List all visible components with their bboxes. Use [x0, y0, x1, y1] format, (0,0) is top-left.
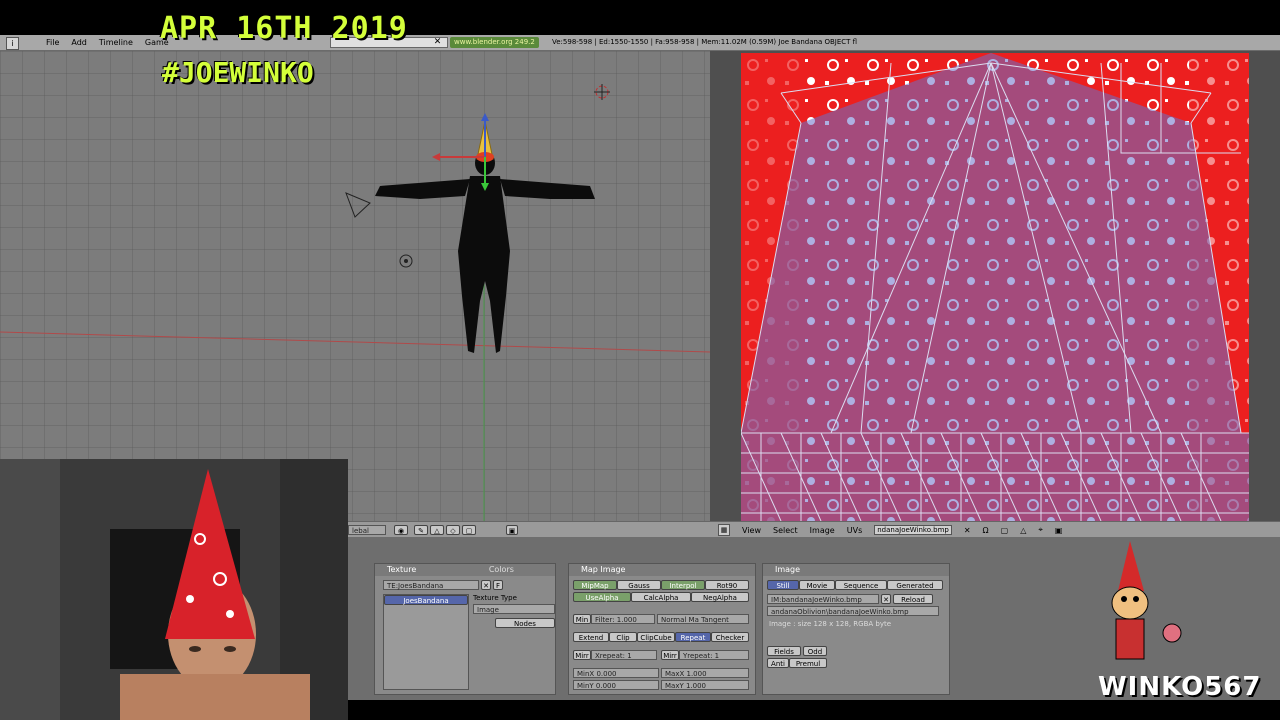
- filter-field[interactable]: Filter: 1.000: [591, 614, 655, 624]
- miny-field[interactable]: MinY 0.000: [573, 680, 659, 690]
- stream-hashtag-overlay: #JOEWINKO: [162, 56, 314, 89]
- normal-map-select[interactable]: Normal Ma Tangent: [657, 614, 749, 624]
- scene-stats: Ve:598-598 | Ed:1550-1550 | Fa:958-958 |…: [552, 38, 858, 46]
- sticky-select-icon[interactable]: △: [1020, 526, 1026, 535]
- xrepeat-field[interactable]: Xrepeat: 1: [591, 650, 657, 660]
- mipmap-toggle[interactable]: MipMap: [573, 580, 617, 590]
- negalpha-toggle[interactable]: NegAlpha: [691, 592, 749, 602]
- clip-button[interactable]: Clip: [609, 632, 637, 642]
- manipulator-icon[interactable]: ✎: [414, 525, 428, 535]
- channel-name-overlay: WINKO567: [1098, 672, 1262, 702]
- bandana-pattern: [741, 53, 1249, 521]
- minx-field[interactable]: MinX 0.000: [573, 668, 659, 678]
- uv-editor-header: ▦ View Select Image UVs ndanaJoeWinko.bm…: [710, 521, 1280, 538]
- pivot-select[interactable]: lebal: [348, 525, 386, 535]
- viewport-scene: [0, 84, 710, 521]
- info-icon[interactable]: i: [6, 37, 19, 50]
- yrepeat-field[interactable]: Yrepeat: 1: [679, 650, 749, 660]
- translate-icon[interactable]: △: [430, 525, 444, 535]
- mirror-y-toggle[interactable]: Mirr: [661, 650, 679, 660]
- premul-button[interactable]: Premul: [789, 658, 827, 668]
- 3d-viewport[interactable]: [0, 51, 710, 521]
- extend-button[interactable]: Extend: [573, 632, 609, 642]
- menu-file[interactable]: File: [46, 38, 59, 47]
- movie-button[interactable]: Movie: [799, 580, 835, 590]
- calcalpha-toggle[interactable]: CalcAlpha: [631, 592, 691, 602]
- texture-panel-title: Texture Colors: [375, 564, 555, 576]
- webcam-feed: [0, 459, 348, 720]
- camera-icon: [345, 192, 371, 218]
- checker-button[interactable]: Checker: [711, 632, 749, 642]
- menu-uvs[interactable]: UVs: [847, 526, 863, 535]
- texture-name-field[interactable]: TE:JoesBandana: [383, 580, 479, 590]
- sequence-button[interactable]: Sequence: [835, 580, 887, 590]
- bottom-strip: [348, 700, 1280, 720]
- mirror-x-toggle[interactable]: Mirr: [573, 650, 591, 660]
- uv-sync-icon[interactable]: ▢: [1001, 526, 1009, 535]
- shading-icon[interactable]: ◉: [394, 525, 408, 535]
- tab-texture[interactable]: Texture: [387, 565, 416, 574]
- menu-image[interactable]: Image: [810, 526, 835, 535]
- menu-timeline[interactable]: Timeline: [99, 38, 133, 47]
- blender-version-label[interactable]: www.blender.org 249.2: [450, 37, 539, 48]
- map-image-title: Map Image: [569, 564, 755, 576]
- save-icon[interactable]: ▣: [1055, 526, 1063, 535]
- editor-type-icon[interactable]: ▦: [718, 524, 730, 536]
- bandana-texture-image: [741, 53, 1249, 521]
- odd-button[interactable]: Odd: [803, 646, 827, 656]
- lock-icon[interactable]: Ω: [983, 526, 989, 535]
- usealpha-toggle[interactable]: UseAlpha: [573, 592, 631, 602]
- menu-view[interactable]: View: [742, 526, 761, 535]
- maxy-field[interactable]: MaxY 1.000: [661, 680, 749, 690]
- texture-panel: Texture Colors TE:JoesBandana ✕ F JoesBa…: [374, 563, 556, 695]
- fields-button[interactable]: Fields: [767, 646, 801, 656]
- repeat-button[interactable]: Repeat: [675, 632, 711, 642]
- texture-channel-item[interactable]: JoesBandana: [384, 595, 468, 605]
- mascot-image: [1111, 541, 1182, 660]
- unlink-image-icon[interactable]: ✕: [881, 594, 891, 604]
- map-image-panel: Map Image MipMap Gauss Interpol Rot90 Us…: [568, 563, 756, 695]
- unlink-texture-icon[interactable]: ✕: [481, 580, 491, 590]
- min-toggle[interactable]: Min: [573, 614, 591, 624]
- gauss-toggle[interactable]: Gauss: [617, 580, 661, 590]
- texture-type-select[interactable]: Image: [473, 604, 555, 614]
- image-panel-title: Image: [763, 564, 949, 576]
- close-image-icon[interactable]: ✕: [964, 526, 971, 535]
- z-arrow-icon: [481, 113, 489, 121]
- nodes-button[interactable]: Nodes: [495, 618, 555, 628]
- reload-button[interactable]: Reload: [893, 594, 933, 604]
- clipcube-button[interactable]: ClipCube: [637, 632, 675, 642]
- generated-button[interactable]: Generated: [887, 580, 943, 590]
- interpol-toggle[interactable]: Interpol: [661, 580, 705, 590]
- x-arrow-icon: [432, 153, 440, 161]
- stream-date-overlay: APR 16TH 2019: [160, 11, 408, 46]
- rot90-toggle[interactable]: Rot90: [705, 580, 749, 590]
- fake-user-icon[interactable]: F: [493, 580, 503, 590]
- texture-type-label: Texture Type: [473, 594, 517, 602]
- image-panel: Image Still Movie Sequence Generated IM:…: [762, 563, 950, 695]
- tab-colors[interactable]: Colors: [489, 565, 514, 574]
- 3d-viewport-header: lebal ◉ ✎ △ ◇ ▢ ▣: [348, 521, 710, 538]
- close-icon[interactable]: ✕: [432, 37, 443, 48]
- texture-channel-list: JoesBandana: [383, 594, 469, 690]
- render-icon[interactable]: ▣: [506, 525, 518, 535]
- image-info-text: Image : size 128 x 128, RGBA byte: [769, 620, 892, 628]
- top-menu: File Add Timeline Game: [46, 38, 169, 47]
- maxx-field[interactable]: MaxX 1.000: [661, 668, 749, 678]
- menu-select[interactable]: Select: [773, 526, 798, 535]
- image-name-field[interactable]: IM:bandanaJoeWinko.bmp: [767, 594, 879, 604]
- anti-button[interactable]: Anti: [767, 658, 789, 668]
- snap-icon[interactable]: ⌖: [1038, 525, 1043, 535]
- image-path-field[interactable]: andanaOblivion\bandanaJoeWinko.bmp: [767, 606, 939, 616]
- still-button[interactable]: Still: [767, 580, 799, 590]
- image-name-field[interactable]: ndanaJoeWinko.bmp: [874, 525, 952, 535]
- webcam-scene: [0, 459, 348, 720]
- rotate-icon[interactable]: ◇: [446, 525, 460, 535]
- menu-add[interactable]: Add: [71, 38, 87, 47]
- scale-icon[interactable]: ▢: [462, 525, 476, 535]
- x-axis-line: [0, 331, 710, 353]
